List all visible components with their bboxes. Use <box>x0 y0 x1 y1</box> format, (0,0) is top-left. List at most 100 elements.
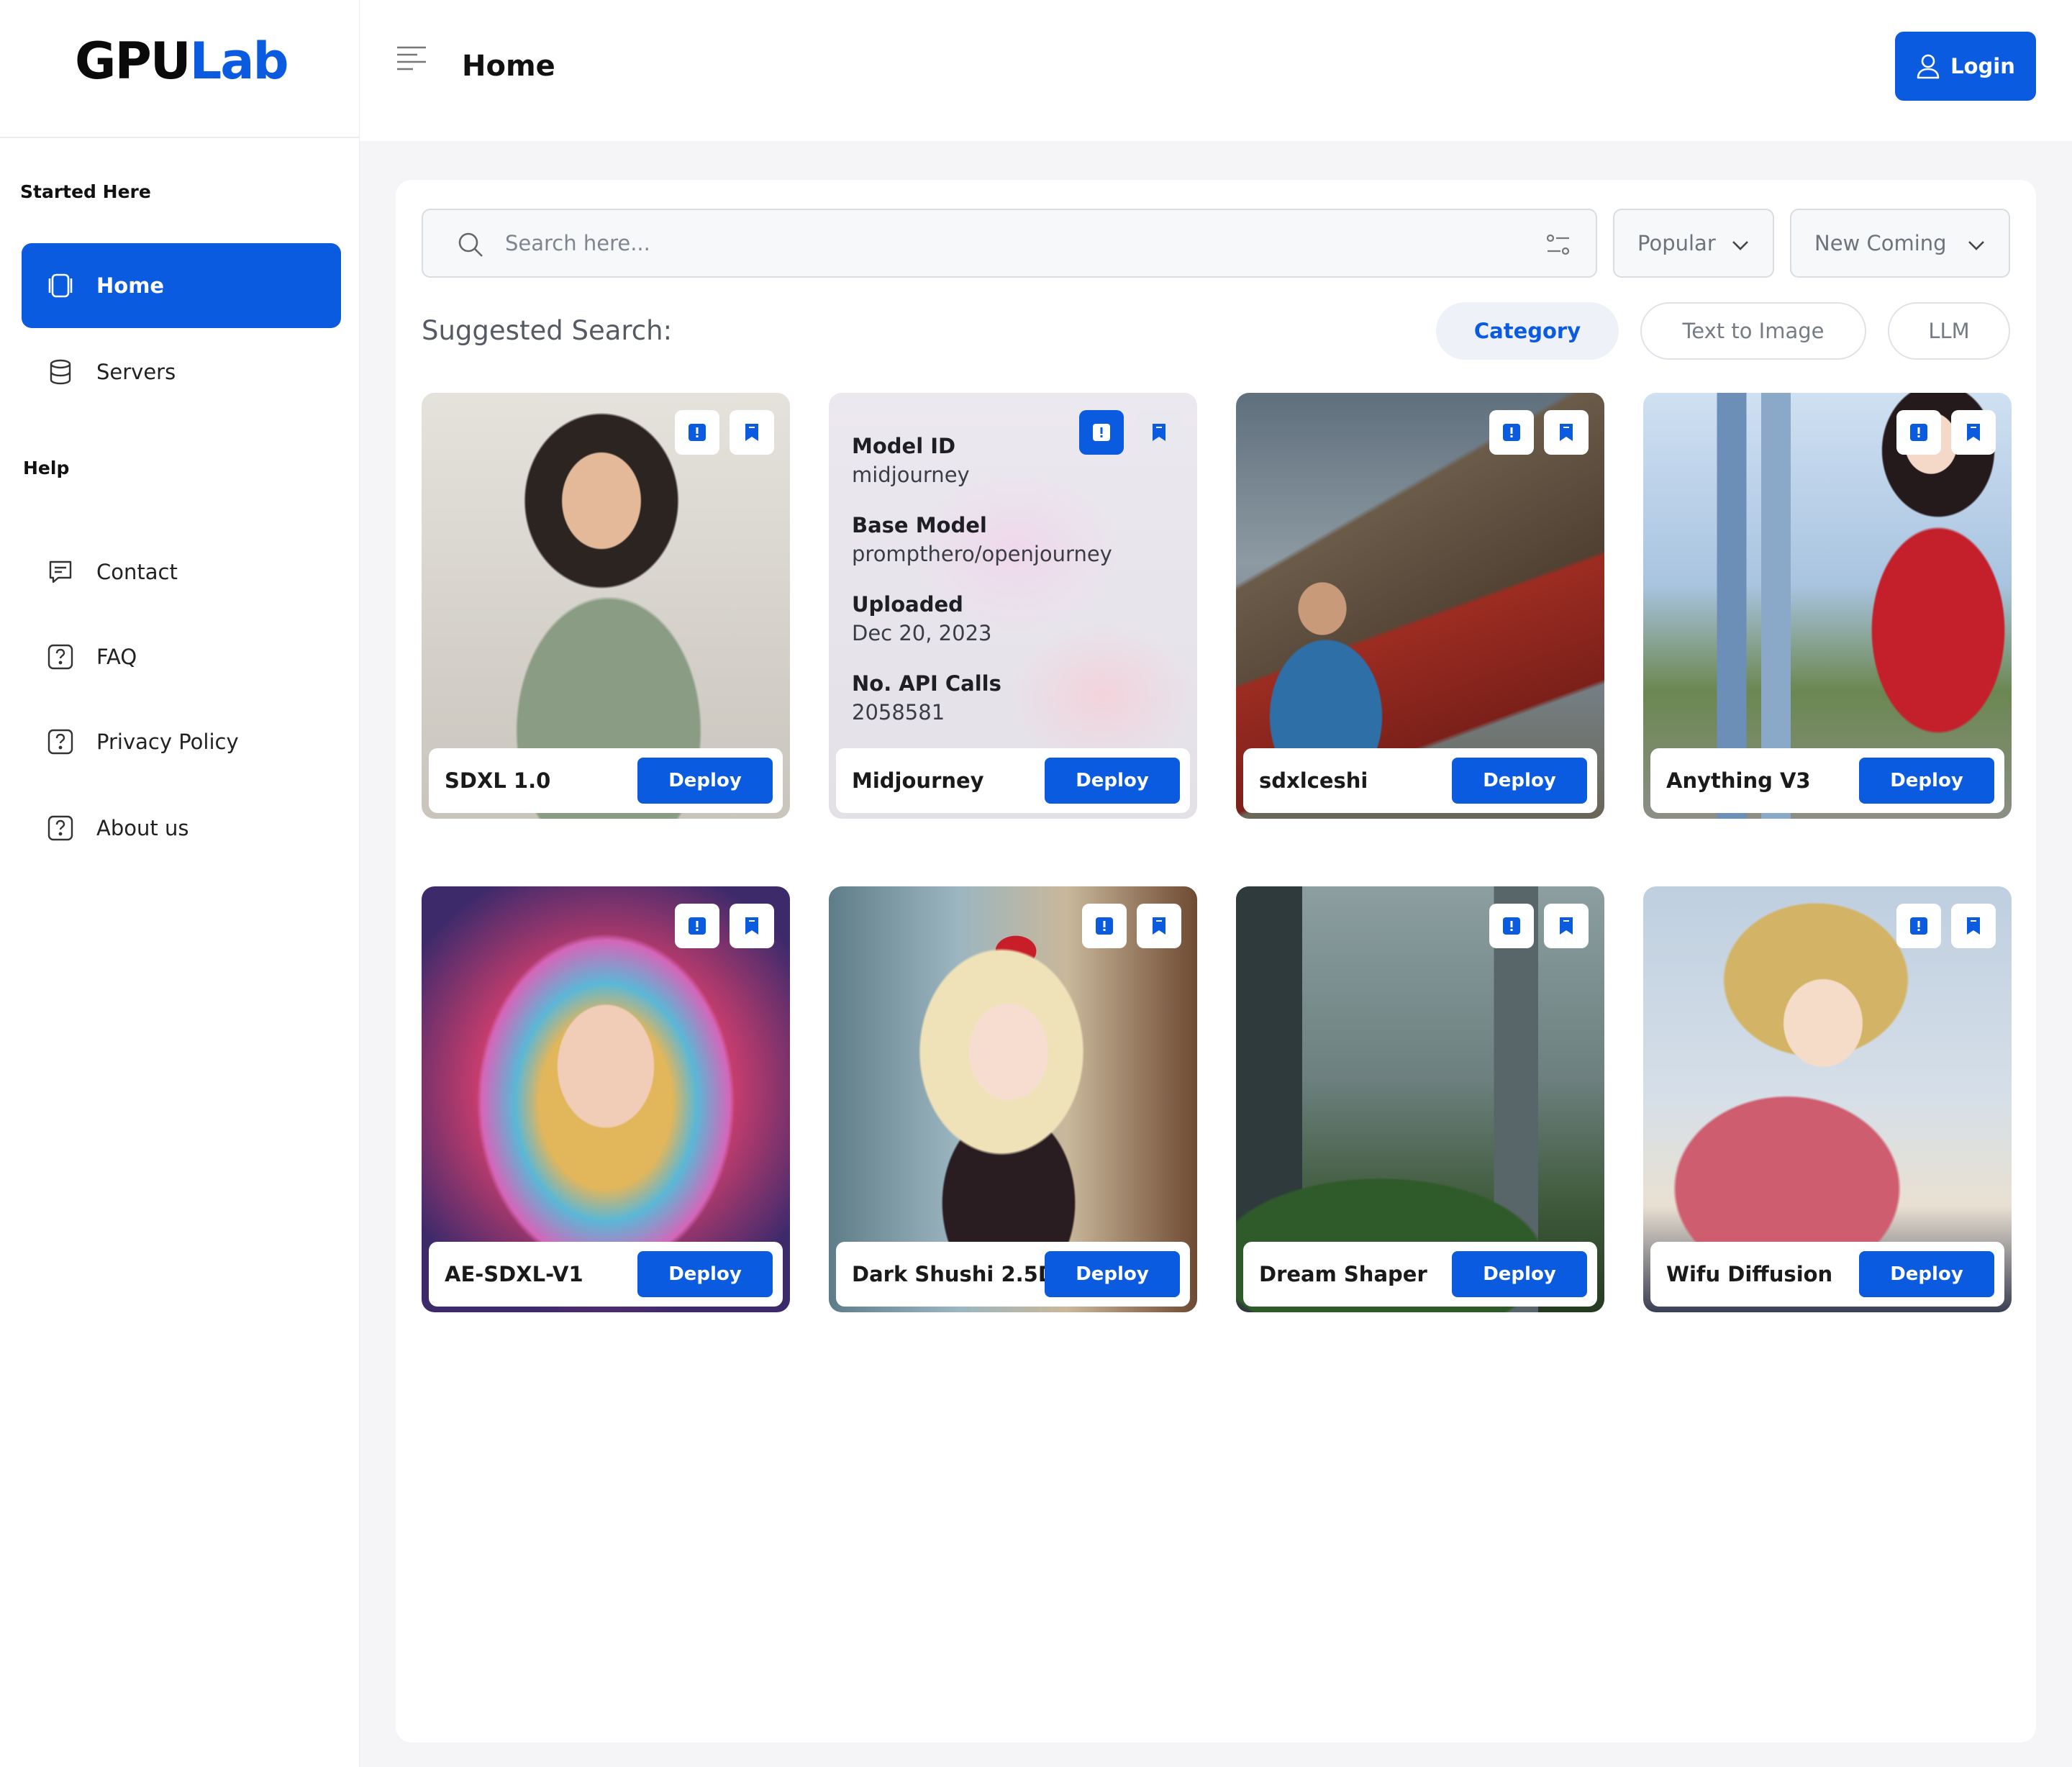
logo-text-primary: GPU <box>75 32 191 91</box>
question-icon <box>46 814 75 842</box>
pill-text-to-image[interactable]: Text to Image <box>1640 302 1866 360</box>
bookmark-button[interactable] <box>1544 904 1589 948</box>
card-footer: sdxlceshi Deploy <box>1243 748 1597 813</box>
info-button[interactable] <box>1079 410 1124 455</box>
bookmark-icon <box>745 917 758 935</box>
meta-model-id: Model ID midjourney <box>852 434 970 487</box>
info-button[interactable] <box>1896 904 1941 948</box>
logo-text-accent: Lab <box>189 32 289 91</box>
card-footer: AE-SDXL-V1 Deploy <box>429 1242 783 1307</box>
sidebar-item-about-us[interactable]: About us <box>22 786 341 871</box>
sidebar-item-privacy-policy[interactable]: Privacy Policy <box>22 699 341 784</box>
card-footer: Midjourney Deploy <box>836 748 1190 813</box>
model-card[interactable]: sdxlceshi Deploy <box>1236 393 1604 819</box>
model-title: Anything V3 <box>1666 768 1811 793</box>
card-footer: Dream Shaper Deploy <box>1243 1242 1597 1307</box>
sidebar-item-label: FAQ <box>96 645 137 669</box>
bookmark-button[interactable] <box>730 904 774 948</box>
sidebar-item-label: Servers <box>96 360 176 384</box>
search-bar[interactable]: Search here... <box>422 209 1597 278</box>
search-input[interactable]: Search here... <box>505 210 650 276</box>
info-icon <box>689 424 706 441</box>
info-button[interactable] <box>675 904 719 948</box>
sidebar-item-contact[interactable]: Contact <box>22 530 341 614</box>
info-button[interactable] <box>1082 904 1127 948</box>
info-button[interactable] <box>1896 410 1941 455</box>
info-icon <box>689 917 706 935</box>
sidebar: GPULab Started Here Home Servers Help Co… <box>0 0 360 1767</box>
bookmark-icon <box>745 424 758 441</box>
card-footer: Dark Shushi 2.5D Deploy <box>836 1242 1190 1307</box>
deploy-button[interactable]: Deploy <box>1859 758 1994 804</box>
bookmark-button[interactable] <box>1951 904 1996 948</box>
model-card[interactable]: AE-SDXL-V1 Deploy <box>422 886 790 1312</box>
bookmark-button[interactable] <box>1544 410 1589 455</box>
card-footer: Anything V3 Deploy <box>1650 748 2004 813</box>
info-icon <box>1503 424 1520 441</box>
model-card[interactable]: Dream Shaper Deploy <box>1236 886 1604 1312</box>
meta-uploaded: Uploaded Dec 20, 2023 <box>852 592 992 645</box>
model-card[interactable]: Dark Shushi 2.5D Deploy <box>829 886 1197 1312</box>
bookmark-icon <box>1560 424 1573 441</box>
home-icon <box>46 271 75 300</box>
bookmark-button[interactable] <box>1137 410 1181 455</box>
info-button[interactable] <box>1489 904 1534 948</box>
filter-settings-icon[interactable] <box>1545 232 1571 258</box>
sidebar-item-faq[interactable]: FAQ <box>22 614 341 699</box>
model-card[interactable]: Model ID midjourney Base Model prompthero/… <box>829 393 1197 819</box>
chat-icon <box>46 558 75 586</box>
main-panel: Search here... Popular New Coming Sugges… <box>396 180 2036 1743</box>
model-title: SDXL 1.0 <box>445 768 551 793</box>
page-title: Home <box>462 50 555 83</box>
info-icon <box>1096 917 1113 935</box>
deploy-button[interactable]: Deploy <box>637 1251 773 1297</box>
deploy-button[interactable]: Deploy <box>1045 1251 1180 1297</box>
sort-dropdown-value: Popular <box>1637 231 1716 255</box>
info-button[interactable] <box>675 410 719 455</box>
bookmark-icon <box>1153 917 1166 935</box>
card-footer: SDXL 1.0 Deploy <box>429 748 783 813</box>
bookmark-icon <box>1967 917 1980 935</box>
bookmark-button[interactable] <box>1137 904 1181 948</box>
model-title: Dark Shushi 2.5D <box>852 1262 1055 1286</box>
hamburger-menu-icon[interactable] <box>396 45 427 73</box>
search-icon <box>458 232 483 257</box>
model-card[interactable]: SDXL 1.0 Deploy <box>422 393 790 819</box>
model-title: sdxlceshi <box>1259 768 1368 793</box>
meta-api-calls: No. API Calls 2058581 <box>852 671 1001 724</box>
sidebar-item-label: About us <box>96 816 189 840</box>
sidebar-item-servers[interactable]: Servers <box>22 330 341 414</box>
sidebar-section-help: Help <box>23 458 70 478</box>
question-icon <box>46 727 75 756</box>
deploy-button[interactable]: Deploy <box>1859 1251 1994 1297</box>
filter-dropdown-value: New Coming <box>1814 231 1947 255</box>
top-header: Home Login <box>360 0 2072 141</box>
chevron-down-icon <box>1732 241 1748 250</box>
sidebar-item-home[interactable]: Home <box>22 243 341 328</box>
pill-llm[interactable]: LLM <box>1888 302 2010 360</box>
user-icon <box>1917 54 1940 79</box>
filter-dropdown[interactable]: New Coming <box>1790 209 2010 278</box>
bookmark-button[interactable] <box>730 410 774 455</box>
pill-category[interactable]: Category <box>1436 302 1619 360</box>
info-icon <box>1503 917 1520 935</box>
login-button[interactable]: Login <box>1895 32 2036 101</box>
deploy-button[interactable]: Deploy <box>1452 758 1587 804</box>
model-card[interactable]: Wifu Diffusion Deploy <box>1643 886 2012 1312</box>
bookmark-button[interactable] <box>1951 410 1996 455</box>
logo[interactable]: GPULab <box>75 29 289 94</box>
card-footer: Wifu Diffusion Deploy <box>1650 1242 2004 1307</box>
sidebar-item-label: Contact <box>96 560 178 584</box>
question-icon <box>46 642 75 671</box>
deploy-button[interactable]: Deploy <box>637 758 773 804</box>
bookmark-icon <box>1153 424 1166 441</box>
deploy-button[interactable]: Deploy <box>1452 1251 1587 1297</box>
model-title: Dream Shaper <box>1259 1262 1427 1286</box>
info-button[interactable] <box>1489 410 1534 455</box>
deploy-button[interactable]: Deploy <box>1045 758 1180 804</box>
meta-base-model: Base Model prompthero/openjourney <box>852 513 1112 566</box>
suggested-search-label: Suggested Search: <box>422 315 673 346</box>
sort-dropdown[interactable]: Popular <box>1613 209 1774 278</box>
sidebar-item-label: Home <box>96 273 165 298</box>
model-card[interactable]: Anything V3 Deploy <box>1643 393 2012 819</box>
